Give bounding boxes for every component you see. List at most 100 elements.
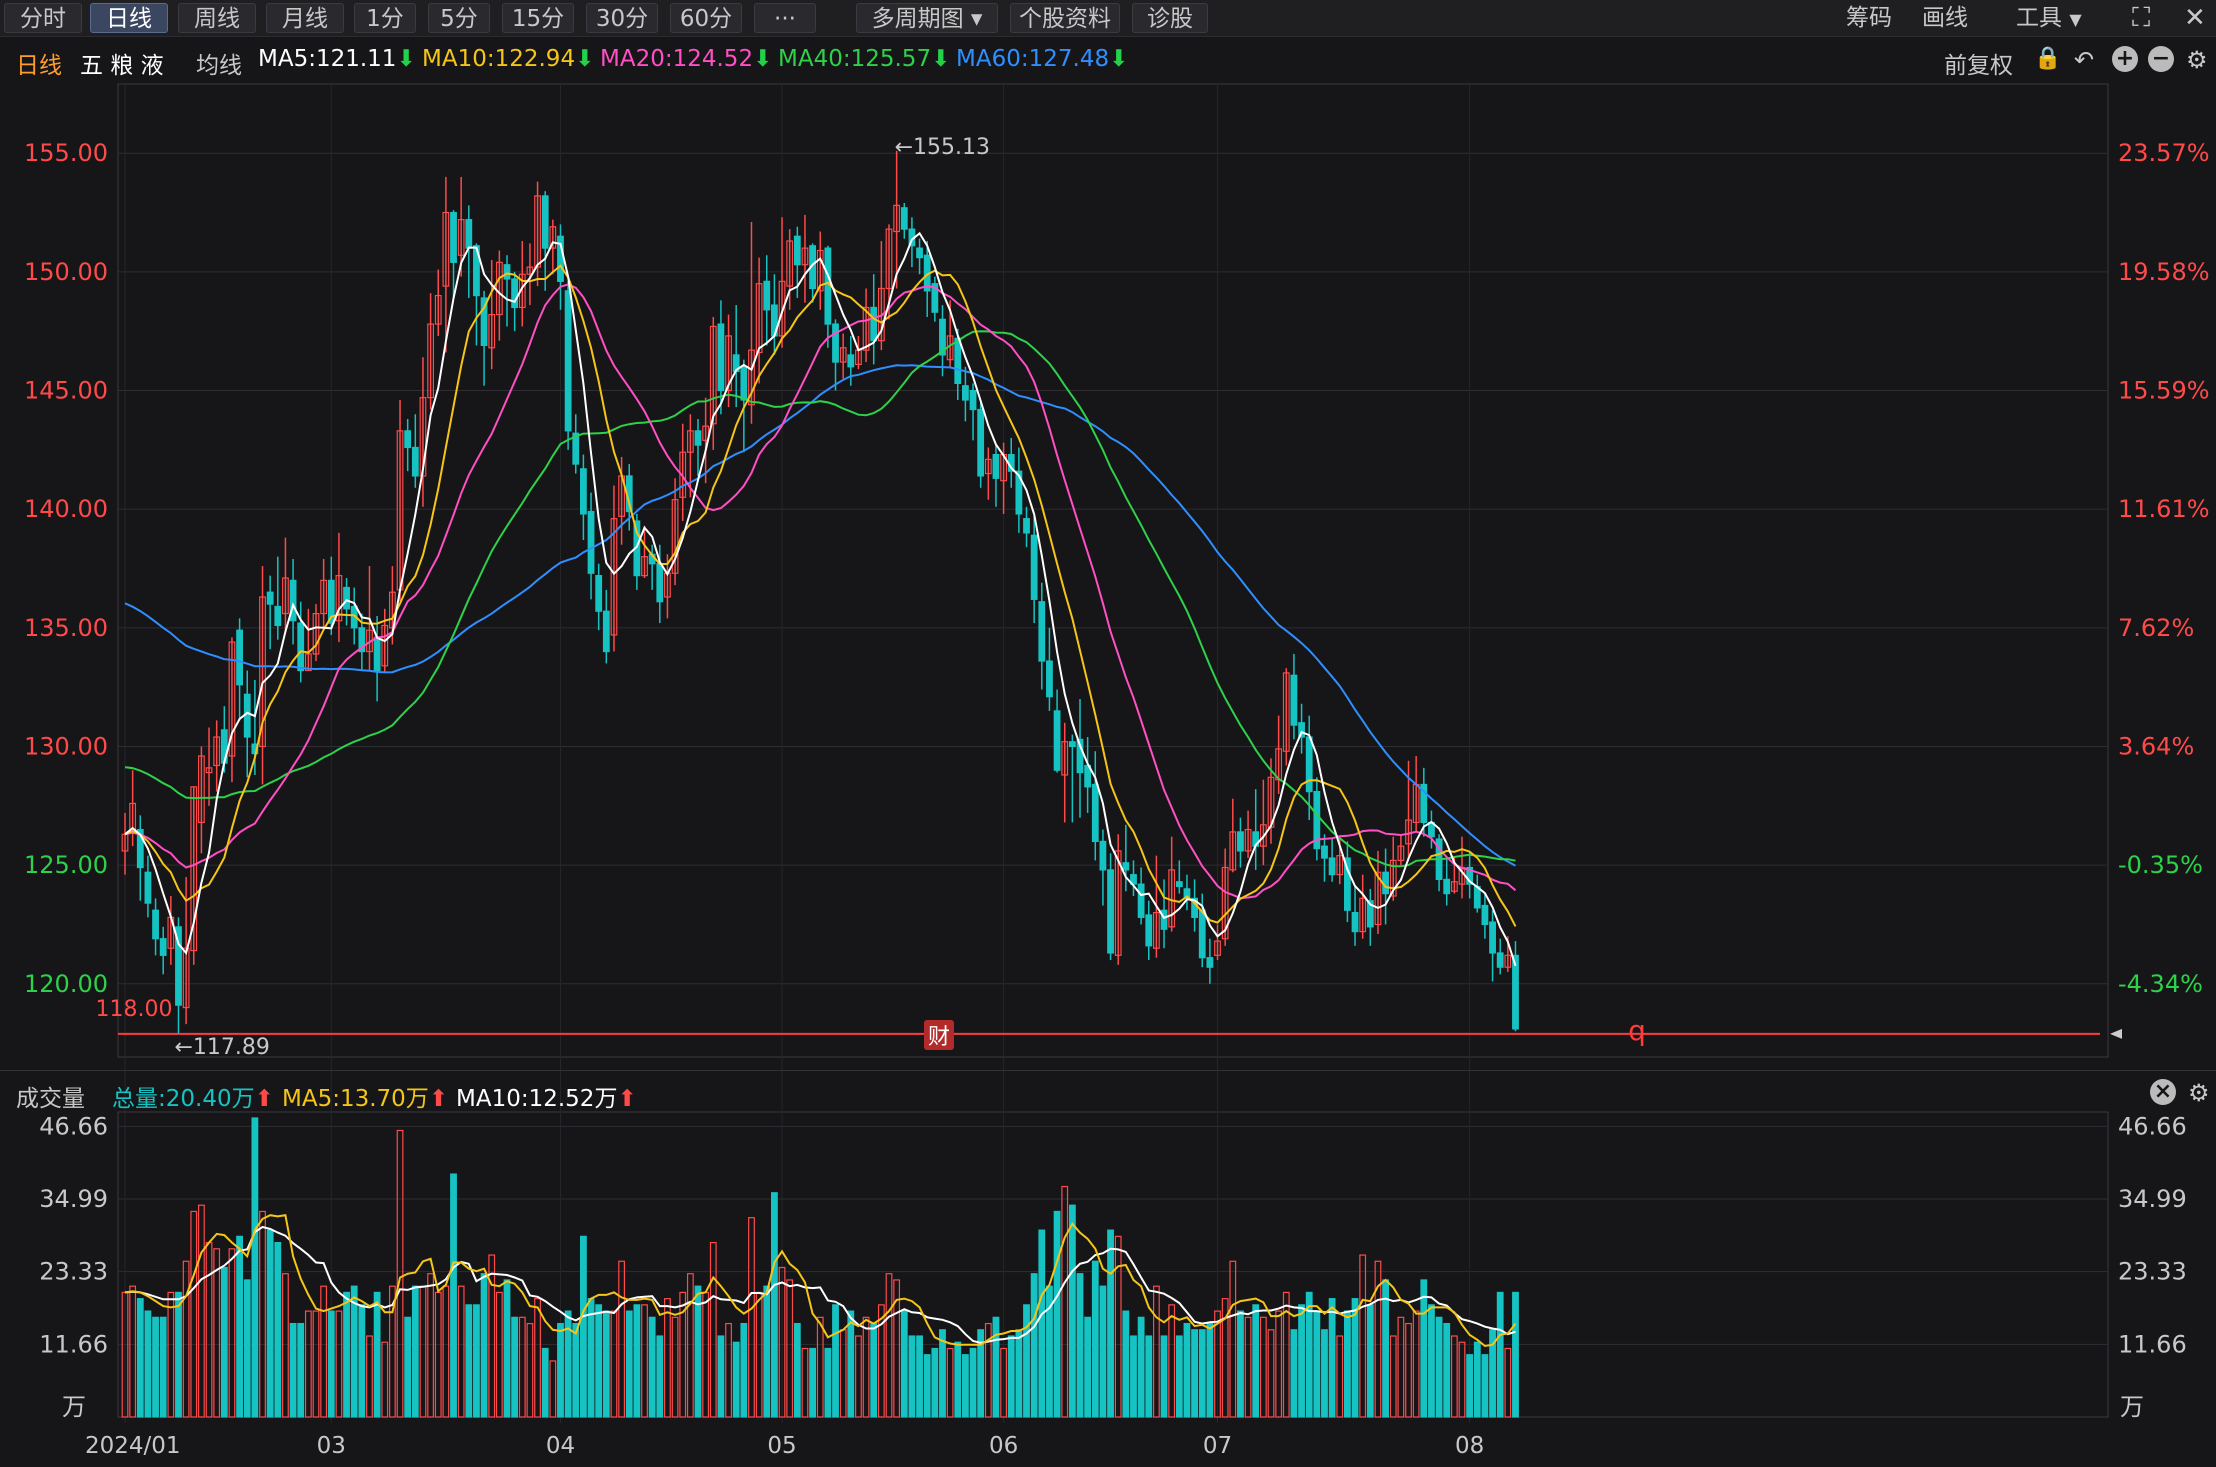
draw-line-button[interactable]: 画线 [1922,3,1968,33]
volume-bar[interactable] [793,1322,801,1418]
volume-bar[interactable] [1137,1316,1145,1418]
candle-body[interactable] [1328,857,1336,876]
volume-bar[interactable] [939,1329,946,1418]
volume-bar[interactable] [442,1285,450,1418]
tab-60min[interactable]: 60分 [670,3,742,33]
volume-bar[interactable] [1168,1304,1176,1418]
candle-body[interactable] [1321,845,1328,859]
candle-body[interactable] [1091,783,1099,843]
volume-bar[interactable] [282,1273,289,1418]
volume-bar[interactable] [335,1310,343,1418]
volume-bar[interactable] [350,1285,358,1418]
volume-settings-icon[interactable]: ⚙ [2188,1079,2210,1107]
volume-bar[interactable] [297,1322,305,1418]
candle-body[interactable] [297,622,305,672]
volume-bar[interactable] [343,1291,350,1418]
candle-body[interactable] [1496,952,1504,968]
volume-bar[interactable] [1458,1341,1466,1418]
candle-body[interactable] [564,290,572,432]
volume-bar[interactable] [748,1217,755,1418]
candle-body[interactable] [847,354,855,368]
volume-bar[interactable] [641,1304,648,1418]
volume-bar[interactable] [1428,1304,1435,1418]
volume-bar[interactable] [549,1360,557,1418]
volume-bar[interactable] [862,1316,870,1418]
volume-bar[interactable] [1023,1304,1030,1418]
volume-bar[interactable] [1504,1347,1512,1418]
candle-body[interactable] [954,337,962,384]
candle-body[interactable] [1305,736,1313,793]
volume-bar[interactable] [465,1304,473,1418]
volume-bar[interactable] [1512,1291,1519,1418]
candle-body[interactable] [411,446,419,477]
volume-bar[interactable] [1099,1285,1107,1418]
volume-bar[interactable] [633,1304,641,1418]
volume-bar[interactable] [205,1241,213,1418]
volume-bar[interactable] [511,1316,519,1418]
volume-bar[interactable] [366,1335,373,1418]
volume-bar[interactable] [610,1310,618,1418]
candle-body[interactable] [1038,601,1046,662]
candle-body[interactable] [1489,921,1496,954]
tab-15min[interactable]: 15分 [502,3,574,33]
volume-bar[interactable] [182,1260,190,1418]
candle-body[interactable] [404,430,412,449]
zoom-in-icon[interactable]: + [2112,46,2138,72]
candle-body[interactable] [1107,869,1114,954]
tab-multi-period[interactable]: 多周期图 ▾ [856,3,998,33]
tab-diagnosis[interactable]: 诊股 [1132,3,1208,33]
volume-bar[interactable] [381,1341,389,1418]
volume-bar[interactable] [320,1285,328,1418]
candle-body[interactable] [1145,914,1153,947]
volume-bar[interactable] [1160,1335,1168,1418]
volume-bar[interactable] [1366,1304,1374,1418]
candle-body[interactable] [274,605,282,627]
volume-bar[interactable] [1321,1329,1328,1418]
tab-intraday[interactable]: 分时 [4,3,82,33]
volume-bar[interactable] [686,1273,694,1418]
candle-body[interactable] [1137,883,1145,918]
volume-bar[interactable] [1412,1310,1420,1418]
volume-bar[interactable] [602,1310,610,1418]
volume-bar[interactable] [473,1304,480,1418]
tab-1min[interactable]: 1分 [354,3,416,33]
candle-body[interactable] [916,247,923,259]
volume-bar[interactable] [1114,1235,1122,1418]
volume-bar[interactable] [373,1291,381,1418]
volume-bar[interactable] [732,1341,740,1418]
kline-chart[interactable]: 155.00 23.57% 150.00 19.58% 145.00 15.59% 140.… [0,82,2216,1467]
volume-bar[interactable] [243,1279,251,1418]
candle-body[interactable] [969,389,977,411]
volume-bar[interactable] [419,1285,427,1418]
volume-bar[interactable] [236,1235,244,1418]
volume-bar[interactable] [1259,1316,1267,1418]
volume-bar[interactable] [450,1173,457,1418]
volume-bar[interactable] [961,1354,969,1418]
volume-bar[interactable] [159,1316,167,1418]
candle-body[interactable] [961,385,969,401]
volume-bar[interactable] [1084,1316,1092,1418]
volume-bar[interactable] [625,1310,633,1418]
candle-body[interactable] [977,408,985,477]
volume-bar[interactable] [1076,1273,1084,1418]
volume-bar[interactable] [1290,1329,1298,1418]
candle-body[interactable] [159,938,167,956]
candle-body[interactable] [1068,741,1076,748]
candle-body[interactable] [740,366,748,401]
candle-body[interactable] [832,323,839,363]
tab-30min[interactable]: 30分 [586,3,658,33]
candle-body[interactable] [1512,954,1519,1030]
volume-bar[interactable] [1420,1279,1428,1418]
volume-bar[interactable] [541,1347,549,1418]
candle-body[interactable] [1481,904,1489,926]
volume-bar[interactable] [839,1329,847,1418]
volume-bar[interactable] [1389,1335,1397,1418]
volume-bar[interactable] [946,1347,954,1418]
volume-bar[interactable] [1130,1335,1137,1418]
volume-bar[interactable] [740,1322,748,1418]
volume-bar[interactable] [801,1347,809,1418]
settings-icon[interactable]: ⚙ [2186,46,2208,74]
volume-bar[interactable] [763,1285,771,1418]
volume-bar[interactable] [427,1273,434,1418]
volume-bar[interactable] [671,1316,679,1418]
